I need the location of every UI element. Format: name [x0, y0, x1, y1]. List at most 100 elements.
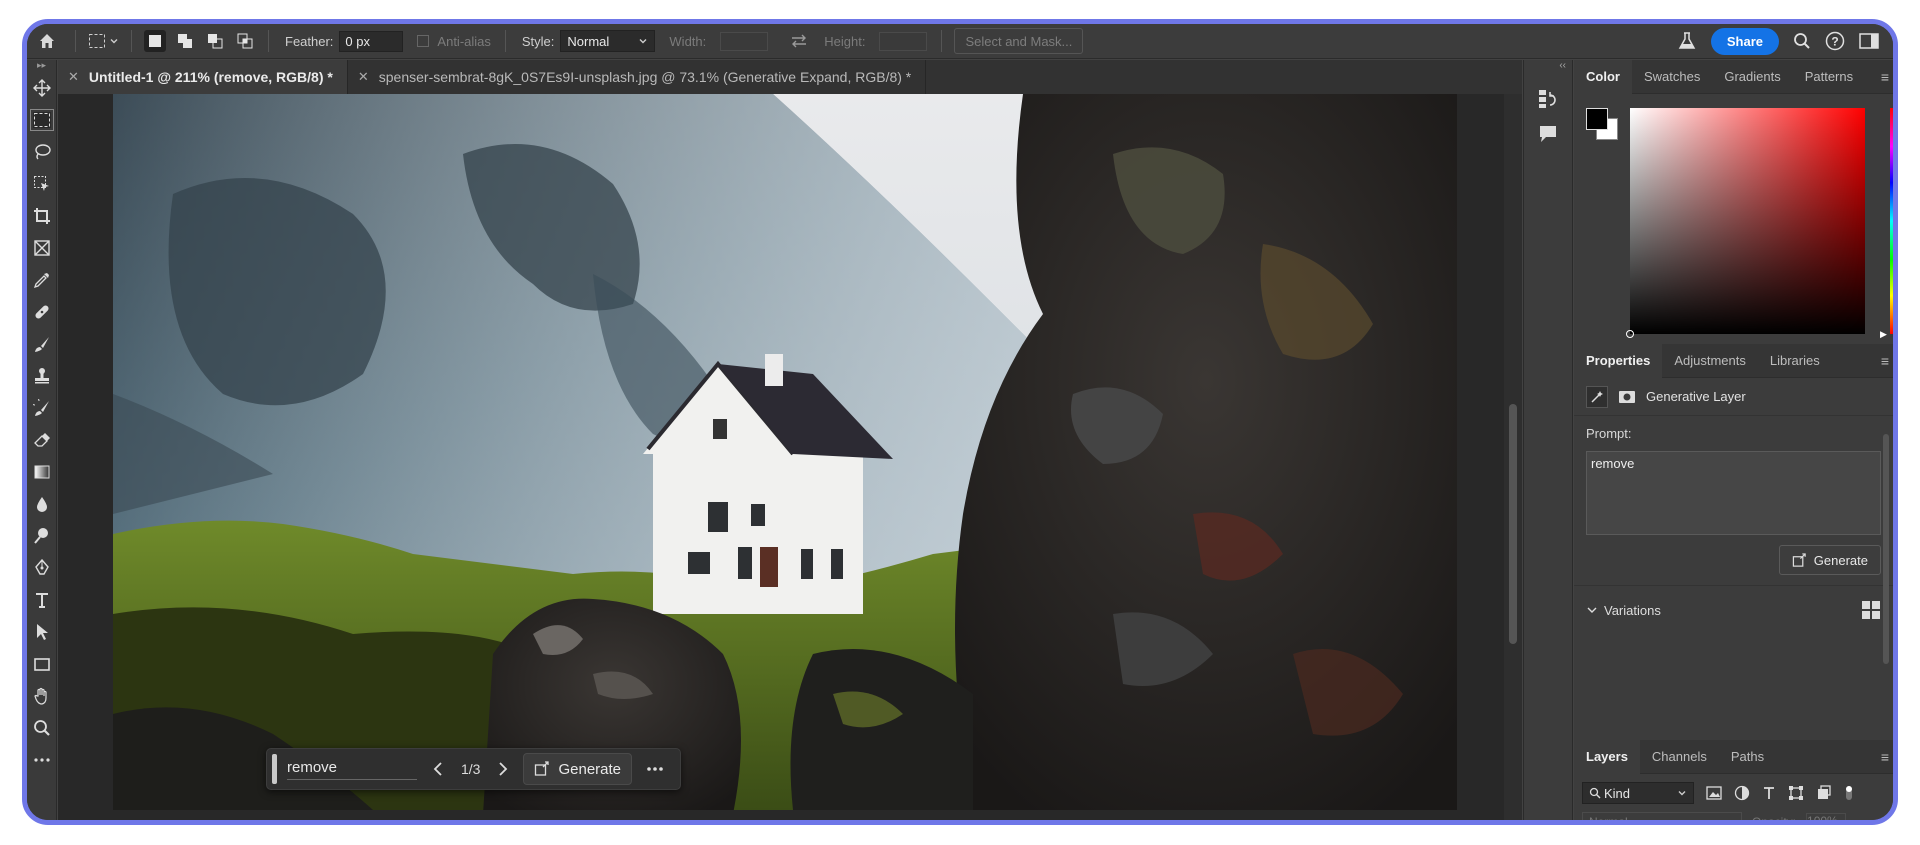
- generate-button[interactable]: Generate: [523, 753, 633, 785]
- foreground-color-swatch[interactable]: [1586, 108, 1608, 130]
- history-brush-tool[interactable]: [27, 392, 57, 424]
- frame-tool[interactable]: [27, 232, 57, 264]
- tool-preset-picker[interactable]: [84, 33, 123, 49]
- dodge-tool[interactable]: [27, 520, 57, 552]
- more-options-button[interactable]: [646, 766, 664, 772]
- tab-paths[interactable]: Paths: [1719, 740, 1776, 774]
- zoom-tool[interactable]: [27, 712, 57, 744]
- edit-toolbar-button[interactable]: [27, 744, 57, 776]
- tools-panel: ▸▸: [27, 60, 57, 820]
- clone-stamp-tool[interactable]: [27, 360, 57, 392]
- chevron-left-icon[interactable]: [433, 762, 443, 776]
- adjustment-filter-icon[interactable]: [1734, 785, 1750, 801]
- tab-swatches[interactable]: Swatches: [1632, 60, 1712, 94]
- object-selection-tool[interactable]: [27, 168, 57, 200]
- panel-menu-icon[interactable]: ≡: [1881, 749, 1889, 765]
- more-dots-icon: [647, 767, 663, 771]
- document-canvas-image[interactable]: [113, 94, 1457, 810]
- drag-handle[interactable]: [272, 754, 277, 784]
- select-and-mask-button[interactable]: Select and Mask...: [954, 28, 1084, 54]
- tab-libraries[interactable]: Libraries: [1758, 344, 1832, 378]
- opacity-input[interactable]: 100%: [1806, 813, 1847, 820]
- eraser-tool[interactable]: [27, 424, 57, 456]
- panel-menu-icon[interactable]: ≡: [1881, 353, 1889, 369]
- subtract-selection-button[interactable]: [204, 30, 226, 52]
- history-panel-button[interactable]: [1524, 88, 1572, 110]
- prompt-textarea[interactable]: remove: [1586, 451, 1881, 535]
- gradient-tool[interactable]: [27, 456, 57, 488]
- dock-collapse[interactable]: ‹‹: [1524, 60, 1572, 74]
- panel-menu-icon[interactable]: ≡: [1881, 69, 1889, 85]
- color-field[interactable]: [1626, 108, 1865, 338]
- tools-collapse[interactable]: ▸▸: [27, 60, 56, 72]
- filter-toggle-icon[interactable]: [1844, 784, 1854, 802]
- canvas-area[interactable]: remove 1/3 Generate: [58, 94, 1522, 820]
- panel-generate-button[interactable]: Generate: [1778, 545, 1881, 575]
- pixel-layer-filter-icon[interactable]: [1706, 786, 1722, 800]
- vertical-scrollbar[interactable]: [1504, 94, 1522, 820]
- tab-untitled-1[interactable]: ✕ Untitled-1 @ 211% (remove, RGB/8) *: [58, 60, 348, 94]
- marquee-tool[interactable]: [27, 104, 57, 136]
- flask-icon[interactable]: [1677, 31, 1697, 51]
- move-tool[interactable]: [27, 72, 57, 104]
- scrollbar-thumb[interactable]: [1509, 404, 1517, 644]
- height-input[interactable]: [879, 31, 928, 51]
- tab-adjustments[interactable]: Adjustments: [1662, 344, 1758, 378]
- rectangle-tool[interactable]: [27, 648, 57, 680]
- share-button[interactable]: Share: [1710, 27, 1779, 55]
- shape-filter-icon[interactable]: [1788, 785, 1804, 801]
- style-select[interactable]: Normal: [560, 30, 656, 52]
- close-icon[interactable]: ✕: [358, 69, 369, 85]
- smart-object-filter-icon[interactable]: [1816, 785, 1832, 801]
- tab-properties[interactable]: Properties: [1574, 343, 1663, 378]
- object-selection-icon: [34, 176, 49, 191]
- kind-filter-select[interactable]: Kind: [1582, 782, 1694, 804]
- healing-brush-tool[interactable]: [27, 296, 57, 328]
- new-selection-button[interactable]: [144, 30, 166, 52]
- hue-slider[interactable]: [1890, 108, 1893, 334]
- tab-spenser-sembrat[interactable]: ✕ spenser-sembrat-8gK_0S7Es9I-unsplash.j…: [347, 60, 927, 94]
- width-input[interactable]: [720, 31, 769, 51]
- tab-layers[interactable]: Layers: [1574, 739, 1640, 774]
- workspace-icon[interactable]: [1859, 32, 1879, 50]
- chevron-right-icon[interactable]: [498, 762, 508, 776]
- help-icon[interactable]: ?: [1825, 31, 1845, 51]
- tab-patterns[interactable]: Patterns: [1793, 60, 1865, 94]
- brush-tool[interactable]: [27, 328, 57, 360]
- swap-icon[interactable]: [790, 34, 808, 48]
- blend-row: Normal ⌄ Opacity: 100%: [1574, 812, 1893, 820]
- color-panel: ▶: [1574, 94, 1893, 344]
- pen-tool[interactable]: [27, 552, 57, 584]
- tab-gradients[interactable]: Gradients: [1712, 60, 1792, 94]
- search-icon[interactable]: [1793, 32, 1811, 50]
- grid-view-icon[interactable]: [1861, 600, 1881, 620]
- type-filter-icon[interactable]: [1762, 786, 1776, 800]
- separator: [504, 30, 506, 52]
- variations-section[interactable]: Variations: [1574, 586, 1893, 634]
- path-selection-tool[interactable]: [27, 616, 57, 648]
- intersect-selection-button[interactable]: [234, 30, 256, 52]
- separator: [941, 30, 943, 52]
- mask-icon[interactable]: [1616, 386, 1638, 408]
- lasso-tool[interactable]: [27, 136, 57, 168]
- feather-input[interactable]: 0 px: [339, 30, 404, 52]
- comments-panel-button[interactable]: [1524, 124, 1572, 144]
- properties-scrollbar[interactable]: [1883, 434, 1889, 664]
- tab-color[interactable]: Color: [1574, 59, 1632, 94]
- antialias-checkbox[interactable]: [417, 35, 430, 47]
- type-tool[interactable]: [27, 584, 57, 616]
- blend-mode-select[interactable]: Normal ⌄: [1582, 812, 1742, 820]
- color-picker-knob[interactable]: [1626, 330, 1634, 338]
- close-icon[interactable]: ✕: [68, 69, 79, 85]
- prompt-input[interactable]: remove: [287, 759, 417, 780]
- eyedropper-tool[interactable]: [27, 264, 57, 296]
- hue-pointer-icon[interactable]: ▶: [1880, 329, 1887, 340]
- add-to-selection-button[interactable]: [174, 30, 196, 52]
- properties-panel-tabs: Properties Adjustments Libraries ≡: [1574, 343, 1893, 378]
- crop-tool[interactable]: [27, 200, 57, 232]
- tab-channels[interactable]: Channels: [1640, 740, 1719, 774]
- blur-tool[interactable]: [27, 488, 57, 520]
- generative-layer-icon: [1586, 385, 1608, 408]
- home-button[interactable]: [27, 24, 67, 59]
- hand-tool[interactable]: [27, 680, 57, 712]
